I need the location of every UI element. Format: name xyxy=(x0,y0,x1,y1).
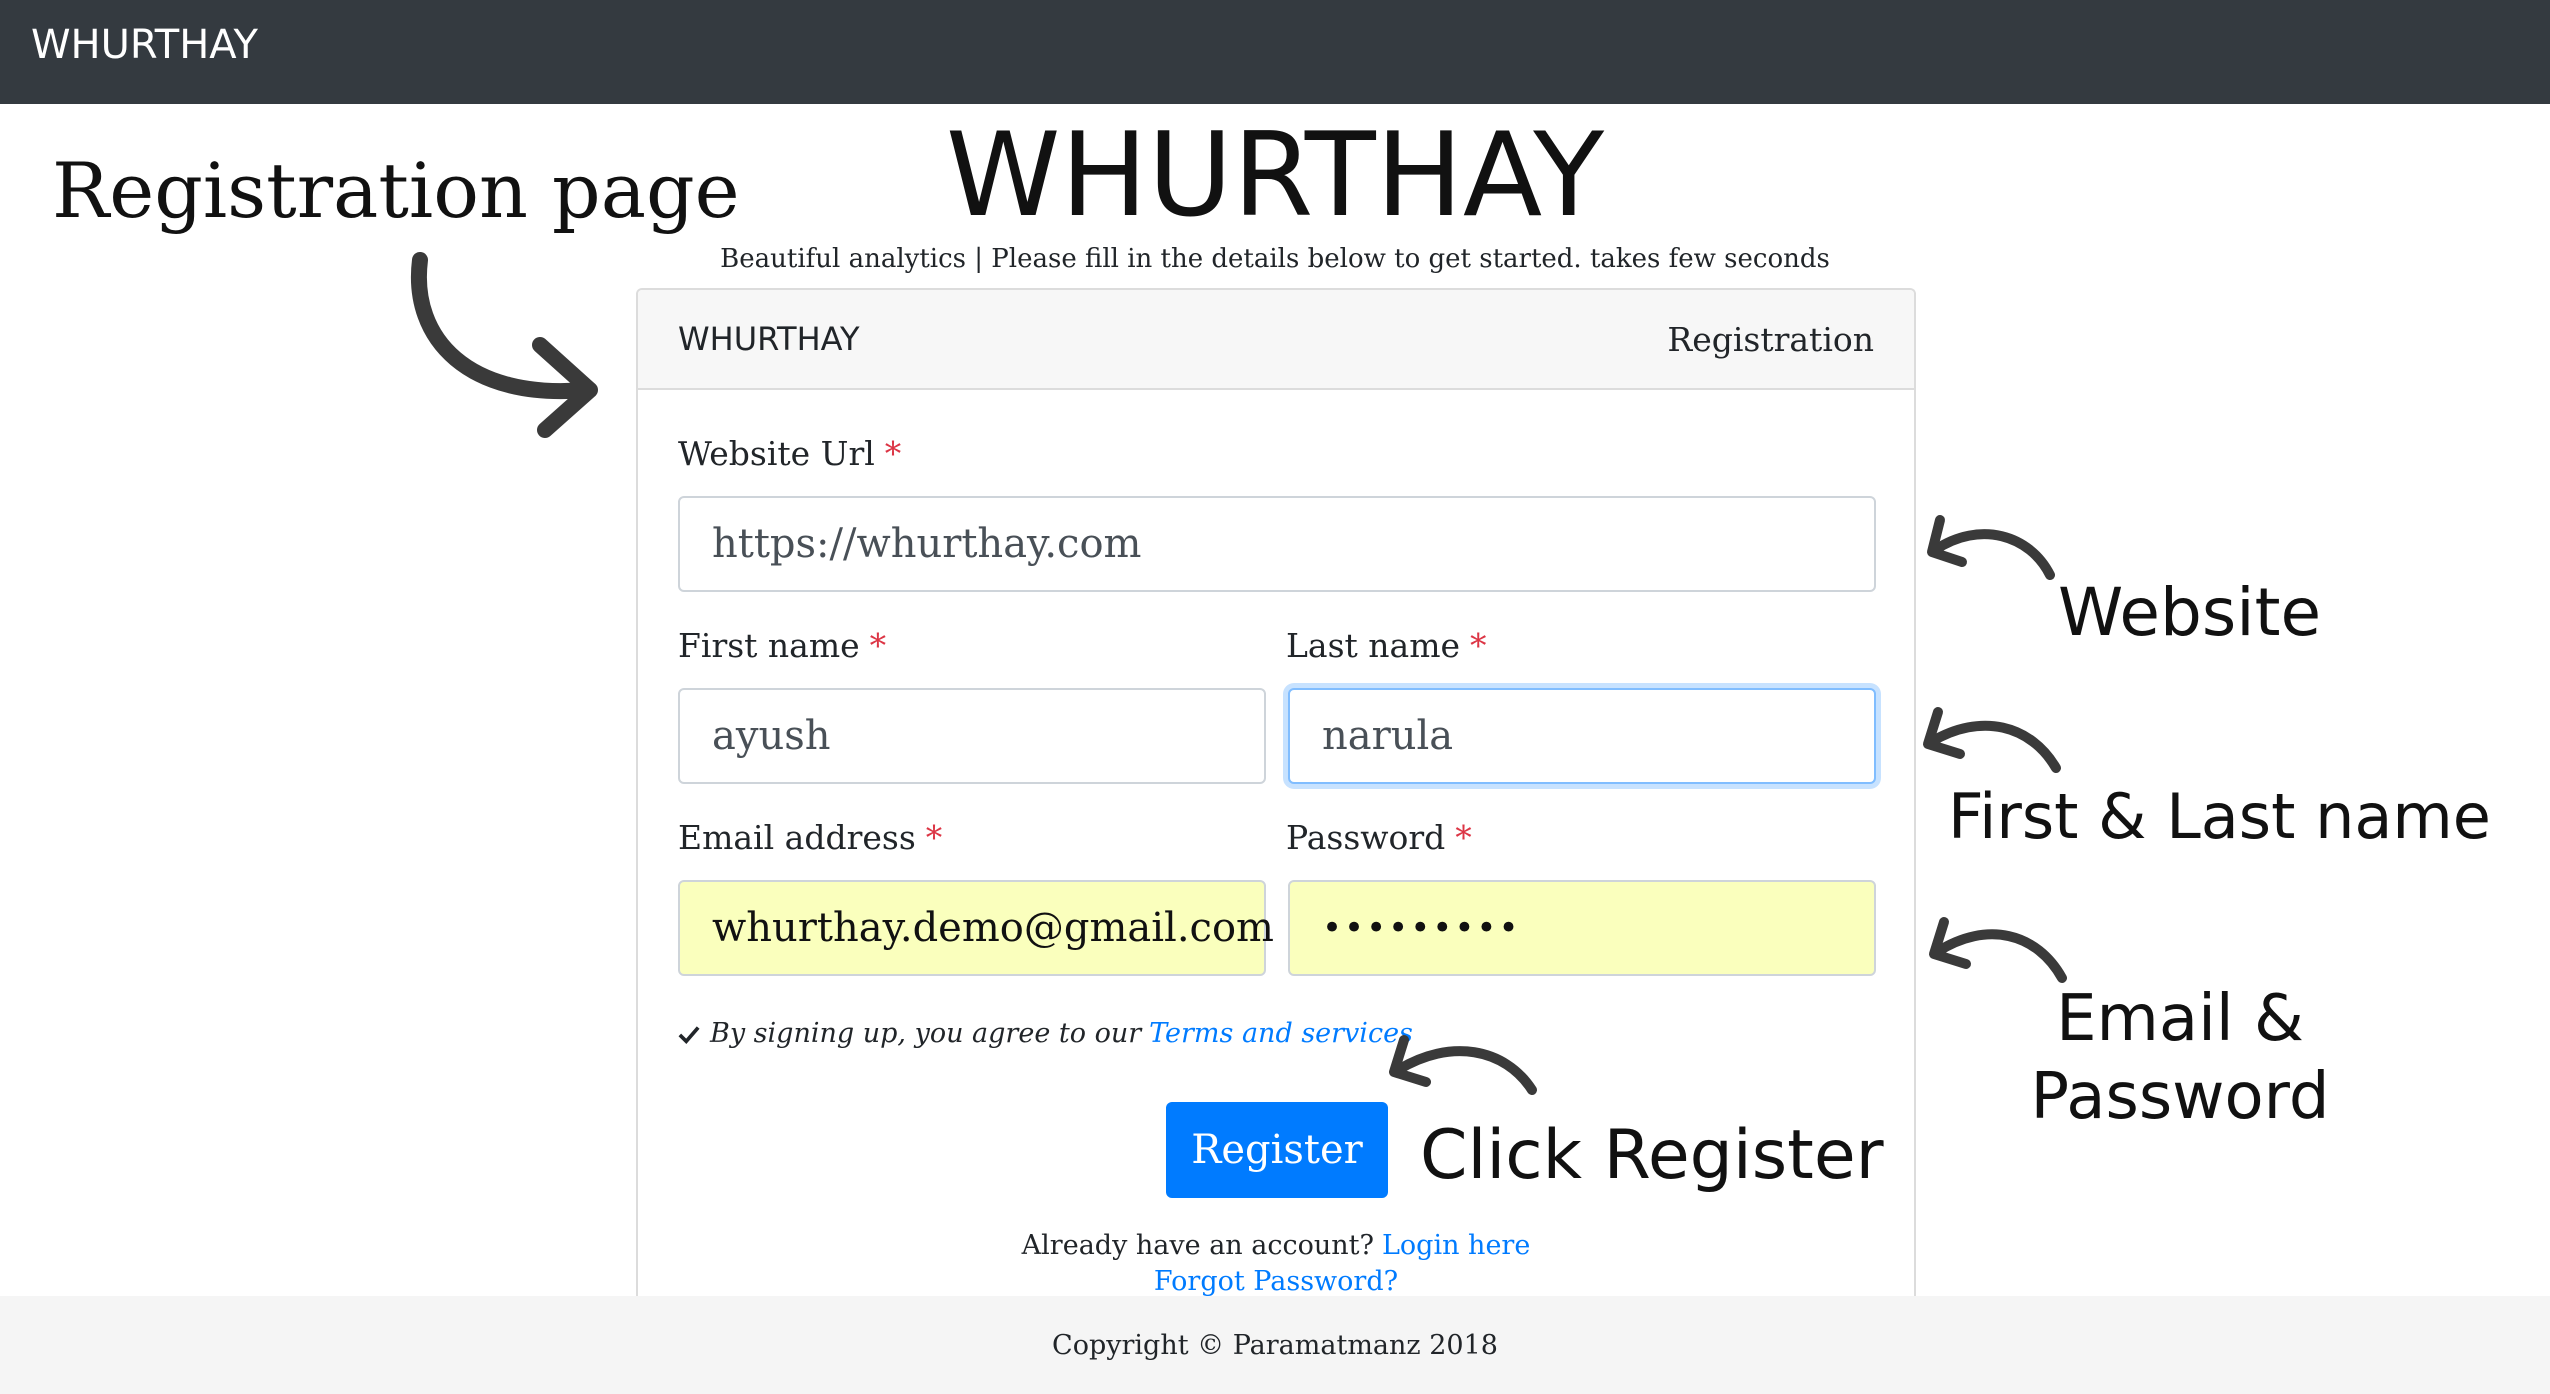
password-value: ••••••••• xyxy=(1322,908,1521,948)
annotation-click-register: Click Register xyxy=(1420,1116,1884,1195)
required-marker: * xyxy=(869,626,887,665)
email-value: whurthay.demo@gmail.com xyxy=(712,905,1274,951)
login-link[interactable]: Login here xyxy=(1382,1230,1530,1261)
first-name-value: ayush xyxy=(712,713,831,759)
website-url-label: Website Url * xyxy=(678,434,901,473)
annotation-website: Website xyxy=(2058,574,2322,651)
website-url-value: https://whurthay.com xyxy=(712,521,1142,567)
card-header: WHURTHAY Registration xyxy=(638,290,1914,390)
card-brand: WHURTHAY xyxy=(678,320,860,358)
terms-text: By signing up, you agree to our xyxy=(710,1018,1142,1049)
password-label-text: Password xyxy=(1286,818,1446,857)
hero-title: WHURTHAY xyxy=(945,108,1605,243)
top-navbar: WHURTHAY xyxy=(0,0,2550,104)
check-icon xyxy=(678,1025,700,1044)
annotation-registration-page: Registration page xyxy=(52,146,740,235)
annotation-first-last-name: First & Last name xyxy=(1948,780,2491,853)
email-input[interactable]: whurthay.demo@gmail.com xyxy=(678,880,1274,976)
first-name-input[interactable]: ayush xyxy=(678,688,1266,784)
curved-arrow-icon xyxy=(1923,707,2061,773)
curved-arrow-icon xyxy=(1927,515,2055,580)
required-marker: * xyxy=(1455,818,1472,857)
terms-notice: By signing up, you agree to our Terms an… xyxy=(678,1018,1413,1049)
curved-arrow-icon xyxy=(1929,917,2067,983)
last-name-input[interactable]: narula xyxy=(1288,688,1876,784)
footer: Copyright © Paramatmanz 2018 xyxy=(0,1296,2550,1394)
forgot-password-line: Forgot Password? xyxy=(638,1266,1914,1297)
required-marker: * xyxy=(1470,626,1487,665)
annotation-password-line: Password xyxy=(2030,1060,2330,1134)
last-name-label-text: Last name xyxy=(1286,626,1461,665)
copyright-text: Copyright © Paramatmanz 2018 xyxy=(1052,1330,1498,1361)
annotation-email-line: Email & xyxy=(2056,982,2304,1056)
required-marker: * xyxy=(925,818,943,857)
curved-arrow-icon xyxy=(410,252,598,438)
forgot-password-link[interactable]: Forgot Password? xyxy=(1154,1266,1398,1297)
register-button[interactable]: Register xyxy=(1166,1102,1388,1198)
card-title: Registration xyxy=(1667,320,1874,359)
navbar-brand[interactable]: WHURTHAY xyxy=(31,22,258,68)
last-name-label: Last name * xyxy=(1286,626,1487,665)
website-url-label-text: Website Url xyxy=(678,434,875,473)
password-input[interactable]: ••••••••• xyxy=(1288,880,1876,976)
hero-subtitle: Beautiful analytics | Please fill in the… xyxy=(720,244,1830,274)
website-url-input[interactable]: https://whurthay.com xyxy=(678,496,1876,592)
first-name-label-text: First name xyxy=(678,626,860,665)
password-label: Password * xyxy=(1286,818,1472,857)
last-name-value: narula xyxy=(1322,713,1454,759)
email-label: Email address * xyxy=(678,818,942,857)
required-marker: * xyxy=(884,434,902,473)
curved-arrow-icon xyxy=(1389,1035,1537,1095)
login-prompt-line: Already have an account? Login here xyxy=(638,1230,1914,1261)
login-prompt: Already have an account? xyxy=(1021,1230,1374,1261)
terms-link[interactable]: Terms and services xyxy=(1149,1018,1413,1049)
email-label-text: Email address xyxy=(678,818,916,857)
first-name-label: First name * xyxy=(678,626,886,665)
annotation-email-password: Email & Password xyxy=(2000,980,2360,1136)
